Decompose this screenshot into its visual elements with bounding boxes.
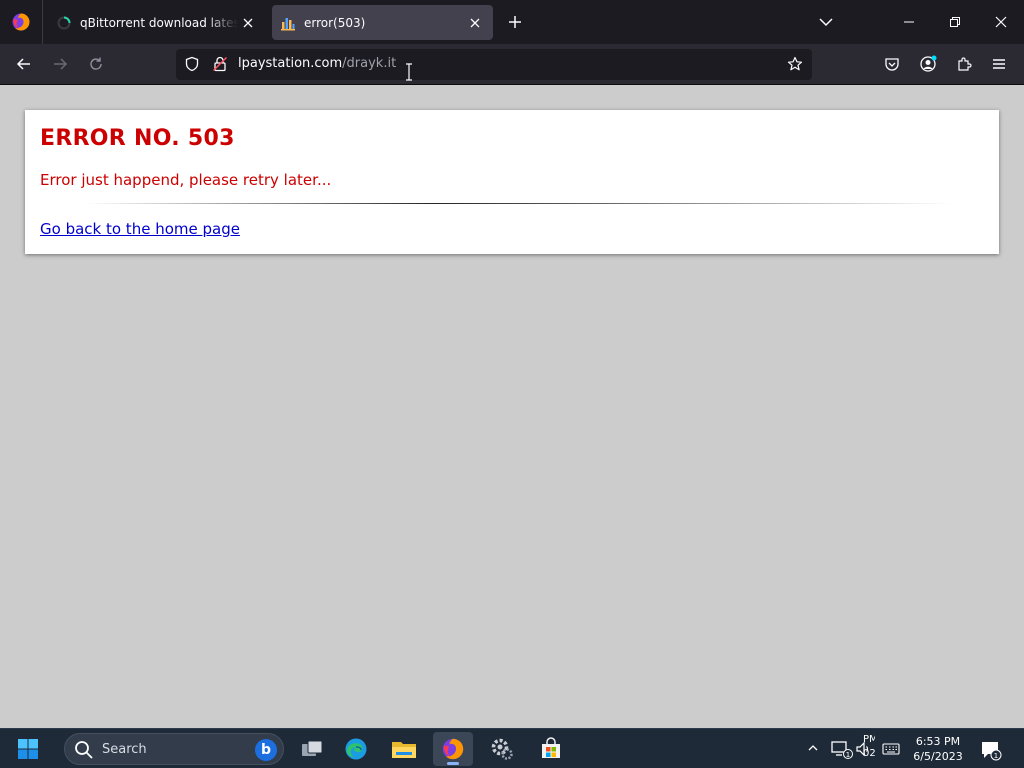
error-message: Error just happend, please retry later..… xyxy=(40,171,332,189)
error-title: ERROR NO. 503 xyxy=(40,126,235,151)
bookmark-star-icon[interactable] xyxy=(785,54,805,74)
tab-separator xyxy=(42,0,43,44)
firefox-taskbar-button[interactable] xyxy=(433,732,473,766)
back-button[interactable] xyxy=(10,50,38,78)
tab-close-icon[interactable] xyxy=(465,13,485,33)
tray-badge-count: 1 xyxy=(846,751,850,759)
close-icon xyxy=(995,16,1007,28)
clock-time: 6:53 PM xyxy=(915,735,961,748)
error-card: ERROR NO. 503 Error just happend, please… xyxy=(25,110,999,254)
text-cursor-icon xyxy=(406,63,412,81)
arrow-right-icon xyxy=(54,58,68,70)
network-tray-icon[interactable]: 1 xyxy=(830,737,854,761)
system-clock[interactable]: 6:53 PM 6/5/2023 xyxy=(906,734,970,764)
edge-button[interactable] xyxy=(336,732,376,766)
pocket-button[interactable] xyxy=(878,50,906,78)
file-explorer-button[interactable] xyxy=(384,732,424,766)
page-viewport: ERROR NO. 503 Error just happend, please… xyxy=(0,85,1024,728)
start-button[interactable] xyxy=(8,732,48,766)
account-icon xyxy=(920,55,937,72)
tab-close-icon[interactable] xyxy=(238,13,258,33)
home-page-link[interactable]: Go back to the home page xyxy=(40,220,240,238)
account-button[interactable] xyxy=(914,50,942,78)
windows-start-icon xyxy=(18,739,38,759)
extensions-button[interactable] xyxy=(950,50,978,78)
firefox-view-button[interactable] xyxy=(0,0,42,44)
loading-spinner-icon xyxy=(56,15,72,31)
divider xyxy=(85,203,953,204)
firefox-icon xyxy=(442,738,464,760)
bar-chart-favicon-icon xyxy=(280,15,296,31)
browser-tab-strip: qBittorrent download latest version erro… xyxy=(0,0,1024,44)
url-text[interactable]: lpaystation.com/drayk.it xyxy=(238,56,396,71)
search-icon xyxy=(75,741,93,759)
minimize-button[interactable] xyxy=(886,0,932,44)
puzzle-icon xyxy=(958,57,972,71)
bing-icon[interactable]: b xyxy=(255,739,277,761)
search-label: Search xyxy=(102,742,147,757)
store-icon xyxy=(542,737,560,758)
url-domain: lpaystation.com xyxy=(238,56,343,71)
navigation-toolbar: lpaystation.com/drayk.it xyxy=(0,44,1024,85)
show-hidden-icons-chevron-icon[interactable] xyxy=(806,741,820,755)
arrow-left-icon xyxy=(16,58,30,70)
windows-taskbar: Search b 1 PM 02 6:53 PM 6/5/2023 1 xyxy=(0,728,1024,768)
tab-title: qBittorrent download latest version xyxy=(80,15,238,30)
restore-button[interactable] xyxy=(932,0,978,44)
keyboard-tray-icon[interactable] xyxy=(879,737,903,761)
store-button[interactable] xyxy=(531,732,571,766)
minimize-icon xyxy=(904,21,914,23)
restore-icon xyxy=(950,17,960,27)
settings-button[interactable] xyxy=(482,732,522,766)
tab-error-503[interactable]: error(503) xyxy=(272,5,493,40)
list-all-tabs-button[interactable] xyxy=(813,10,839,34)
clock-date: 6/5/2023 xyxy=(913,750,963,763)
firefox-icon xyxy=(12,13,30,31)
pocket-icon xyxy=(885,58,899,71)
forward-button[interactable] xyxy=(46,50,74,78)
tray-overflow-text: PM 02 xyxy=(863,734,875,759)
tracking-protection-shield-icon[interactable] xyxy=(182,54,202,74)
tab-title: error(503) xyxy=(304,15,366,30)
chevron-down-icon xyxy=(819,18,833,27)
hamburger-menu-icon xyxy=(993,59,1005,69)
folder-icon xyxy=(392,742,416,758)
task-view-icon xyxy=(302,740,323,756)
reload-icon xyxy=(90,57,102,70)
settings-gear-icon xyxy=(491,738,513,760)
notification-center-icon[interactable]: 1 xyxy=(980,739,1002,761)
tab-qbittorrent[interactable]: qBittorrent download latest version xyxy=(48,5,266,40)
edge-icon xyxy=(345,738,367,760)
task-view-button[interactable] xyxy=(292,732,332,766)
taskbar-search-input[interactable]: Search b xyxy=(64,733,284,765)
new-tab-button[interactable] xyxy=(503,10,527,34)
notification-badge-count: 1 xyxy=(994,752,998,760)
reload-button[interactable] xyxy=(82,50,110,78)
app-menu-button[interactable] xyxy=(985,50,1013,78)
plus-icon xyxy=(509,16,521,28)
insecure-lock-icon[interactable] xyxy=(210,54,230,74)
address-bar[interactable]: lpaystation.com/drayk.it xyxy=(176,49,812,80)
url-path: /drayk.it xyxy=(342,56,397,71)
close-window-button[interactable] xyxy=(978,0,1024,44)
